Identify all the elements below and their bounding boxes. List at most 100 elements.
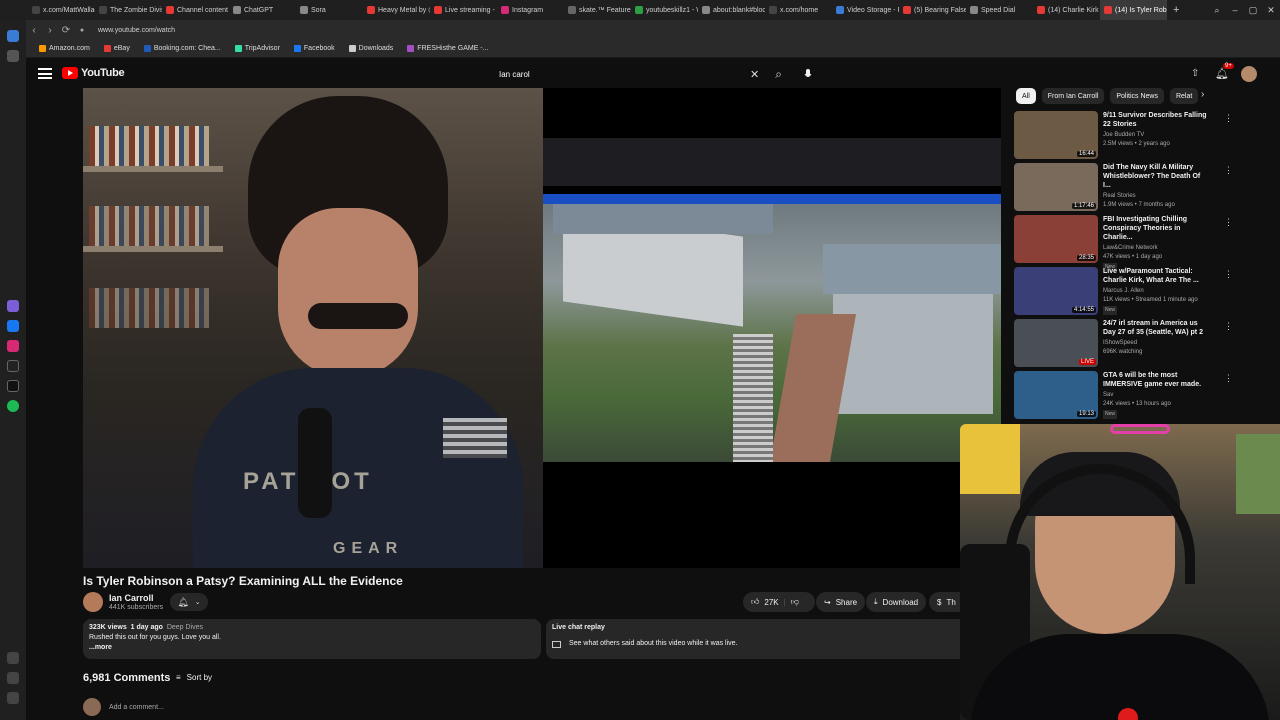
- related-video-item[interactable]: 1:17:46 Did The Navy Kill A Military Whis…: [1014, 163, 1233, 215]
- bookmark-item[interactable]: Downloads: [344, 45, 399, 52]
- related-video-title[interactable]: 24/7 irl stream in America us Day 27 of …: [1103, 319, 1207, 337]
- more-options-icon[interactable]: ⋮: [1224, 321, 1233, 332]
- like-count[interactable]: 27K: [764, 598, 778, 607]
- bookmark-item[interactable]: FRESHisthe GAME -...: [402, 45, 493, 52]
- voice-search-icon[interactable]: [801, 67, 815, 81]
- filter-chip[interactable]: From Ian Carroll: [1041, 88, 1105, 104]
- related-video-channel[interactable]: IShowSpeed: [1103, 339, 1207, 348]
- hashtag[interactable]: Deep Dives: [167, 624, 203, 631]
- ai-icon[interactable]: [7, 300, 19, 312]
- add-comment-input[interactable]: Add a comment...: [109, 704, 164, 711]
- video-thumbnail[interactable]: 16:44: [1014, 111, 1098, 159]
- browser-tab[interactable]: Video Storage - R: [832, 0, 899, 20]
- messenger-icon[interactable]: [7, 320, 19, 332]
- related-video-channel[interactable]: Marcus J. Allen: [1103, 287, 1207, 296]
- related-video-channel[interactable]: Sav: [1103, 391, 1207, 400]
- chevron-right-icon[interactable]: ›: [1201, 89, 1204, 100]
- minimize-icon[interactable]: –: [1226, 0, 1244, 20]
- video-player[interactable]: PATRIOT GEAR: [83, 88, 1001, 568]
- more-options-icon[interactable]: ⋮: [1224, 217, 1233, 228]
- home-icon[interactable]: [7, 30, 19, 42]
- related-video-title[interactable]: Live w/Paramount Tactical: Charlie Kirk,…: [1103, 267, 1207, 285]
- browser-tab[interactable]: (14) Charlie Kirk D: [1033, 0, 1100, 20]
- related-video-title[interactable]: Did The Navy Kill A Military Whistleblow…: [1103, 163, 1207, 190]
- settings-icon[interactable]: [7, 692, 19, 704]
- bookmark-item[interactable]: Booking.com: Chea...: [139, 45, 226, 52]
- more-options-icon[interactable]: ⋮: [1224, 113, 1233, 124]
- new-tab-button[interactable]: +: [1167, 4, 1185, 16]
- upload-icon[interactable]: ⇧: [1191, 68, 1199, 79]
- close-window-icon[interactable]: ✕: [1262, 0, 1280, 20]
- heart-icon[interactable]: [7, 652, 19, 664]
- channel-name[interactable]: Ian Carroll: [109, 593, 154, 603]
- add-comment-row[interactable]: Add a comment...: [83, 698, 164, 716]
- browser-tab[interactable]: (14) Is Tyler Robinson: [1100, 0, 1167, 20]
- related-video-channel[interactable]: Real Stories: [1103, 192, 1207, 201]
- browser-tab[interactable]: (5) Bearing False V: [899, 0, 966, 20]
- browser-tab[interactable]: Heavy Metal by @: [363, 0, 430, 20]
- video-thumbnail[interactable]: 1:17:46: [1014, 163, 1098, 211]
- related-video-title[interactable]: FBI Investigating Chilling Conspiracy Th…: [1103, 215, 1207, 242]
- star-icon[interactable]: [7, 50, 19, 62]
- bookmark-item[interactable]: Amazon.com: [34, 45, 95, 52]
- video-thumbnail[interactable]: LIVE: [1014, 319, 1098, 367]
- related-video-title[interactable]: 9/11 Survivor Describes Falling 22 Stori…: [1103, 111, 1207, 129]
- maximize-icon[interactable]: ▢: [1244, 0, 1262, 20]
- related-video-channel[interactable]: Joe Budden TV: [1103, 131, 1207, 140]
- related-video-title[interactable]: GTA 6 will be the most IMMERSIVE game ev…: [1103, 371, 1207, 389]
- instagram-icon[interactable]: [7, 340, 19, 352]
- sort-comments-button[interactable]: ≡ Sort by: [176, 673, 212, 682]
- browser-tab[interactable]: Instagram: [497, 0, 564, 20]
- video-thumbnail[interactable]: 19:13: [1014, 371, 1098, 419]
- url-text[interactable]: www.youtube.com/watch: [98, 27, 175, 34]
- video-thumbnail[interactable]: 28:35: [1014, 215, 1098, 263]
- forward-icon[interactable]: ›: [42, 25, 58, 36]
- related-video-item[interactable]: LIVE 24/7 irl stream in America us Day 27…: [1014, 319, 1233, 371]
- browser-tab[interactable]: Channel content: [162, 0, 229, 20]
- x-icon[interactable]: [7, 380, 19, 392]
- browser-tab[interactable]: Speed Dial: [966, 0, 1033, 20]
- subscribed-bell-button[interactable]: 🔔︎ ⌄: [170, 593, 208, 611]
- search-box[interactable]: Ian carol ✕ ⌕: [489, 64, 792, 84]
- channel-avatar[interactable]: [83, 592, 103, 612]
- spotify-icon[interactable]: [7, 400, 19, 412]
- browser-tab[interactable]: youtubeskillz1 - W: [631, 0, 698, 20]
- more-options-icon[interactable]: ⋮: [1224, 373, 1233, 384]
- browser-tab[interactable]: The Zombie Divisi: [95, 0, 162, 20]
- browser-tab[interactable]: Live streaming - Y: [430, 0, 497, 20]
- live-chat-replay-panel[interactable]: Live chat replay See what others said ab…: [546, 619, 1001, 659]
- youtube-logo[interactable]: YouTube: [62, 67, 125, 79]
- show-more-link[interactable]: ...more: [89, 643, 535, 653]
- browser-tab[interactable]: Sora: [296, 0, 363, 20]
- dislike-icon[interactable]: 👎︎: [791, 597, 799, 607]
- like-icon[interactable]: 👍︎: [751, 597, 759, 607]
- back-icon[interactable]: ‹: [26, 25, 42, 36]
- related-video-item[interactable]: 4:14:55 Live w/Paramount Tactical: Charli…: [1014, 267, 1233, 319]
- video-thumbnail[interactable]: 4:14:55: [1014, 267, 1098, 315]
- description-box[interactable]: 323K views 1 day ago Deep Dives Rushed t…: [83, 619, 541, 659]
- browser-tab[interactable]: ChatGPT: [229, 0, 296, 20]
- bookmark-item[interactable]: TripAdvisor: [230, 45, 285, 52]
- search-tabs-icon[interactable]: ⌕: [1208, 0, 1226, 20]
- account-avatar[interactable]: [1241, 66, 1257, 82]
- browser-tab[interactable]: skate.™ Features: [564, 0, 631, 20]
- more-options-icon[interactable]: ⋮: [1224, 165, 1233, 176]
- clear-search-icon[interactable]: ✕: [750, 68, 759, 81]
- browser-tab[interactable]: about:blank#block: [698, 0, 765, 20]
- more-options-icon[interactable]: ⋮: [1224, 269, 1233, 280]
- related-video-item[interactable]: 19:13 GTA 6 will be the most IMMERSIVE ga…: [1014, 371, 1233, 423]
- tiktok-icon[interactable]: [7, 360, 19, 372]
- related-video-item[interactable]: 28:35 FBI Investigating Chilling Conspira…: [1014, 215, 1233, 272]
- reload-icon[interactable]: ⟳: [58, 25, 74, 36]
- related-video-item[interactable]: 16:44 9/11 Survivor Describes Falling 22 …: [1014, 111, 1233, 163]
- download-button[interactable]: ⤓ Download: [866, 592, 927, 612]
- share-button[interactable]: ↪ Share: [816, 592, 866, 612]
- browser-tab[interactable]: x.com/home: [765, 0, 832, 20]
- search-icon[interactable]: ⌕: [775, 67, 782, 82]
- related-video-channel[interactable]: Law&Crime Network: [1103, 244, 1207, 253]
- search-input[interactable]: Ian carol: [499, 70, 750, 79]
- filter-chip[interactable]: Politics News: [1110, 88, 1164, 104]
- menu-icon[interactable]: [38, 68, 52, 79]
- bookmark-item[interactable]: Facebook: [289, 45, 340, 52]
- filter-chip[interactable]: All: [1016, 88, 1036, 104]
